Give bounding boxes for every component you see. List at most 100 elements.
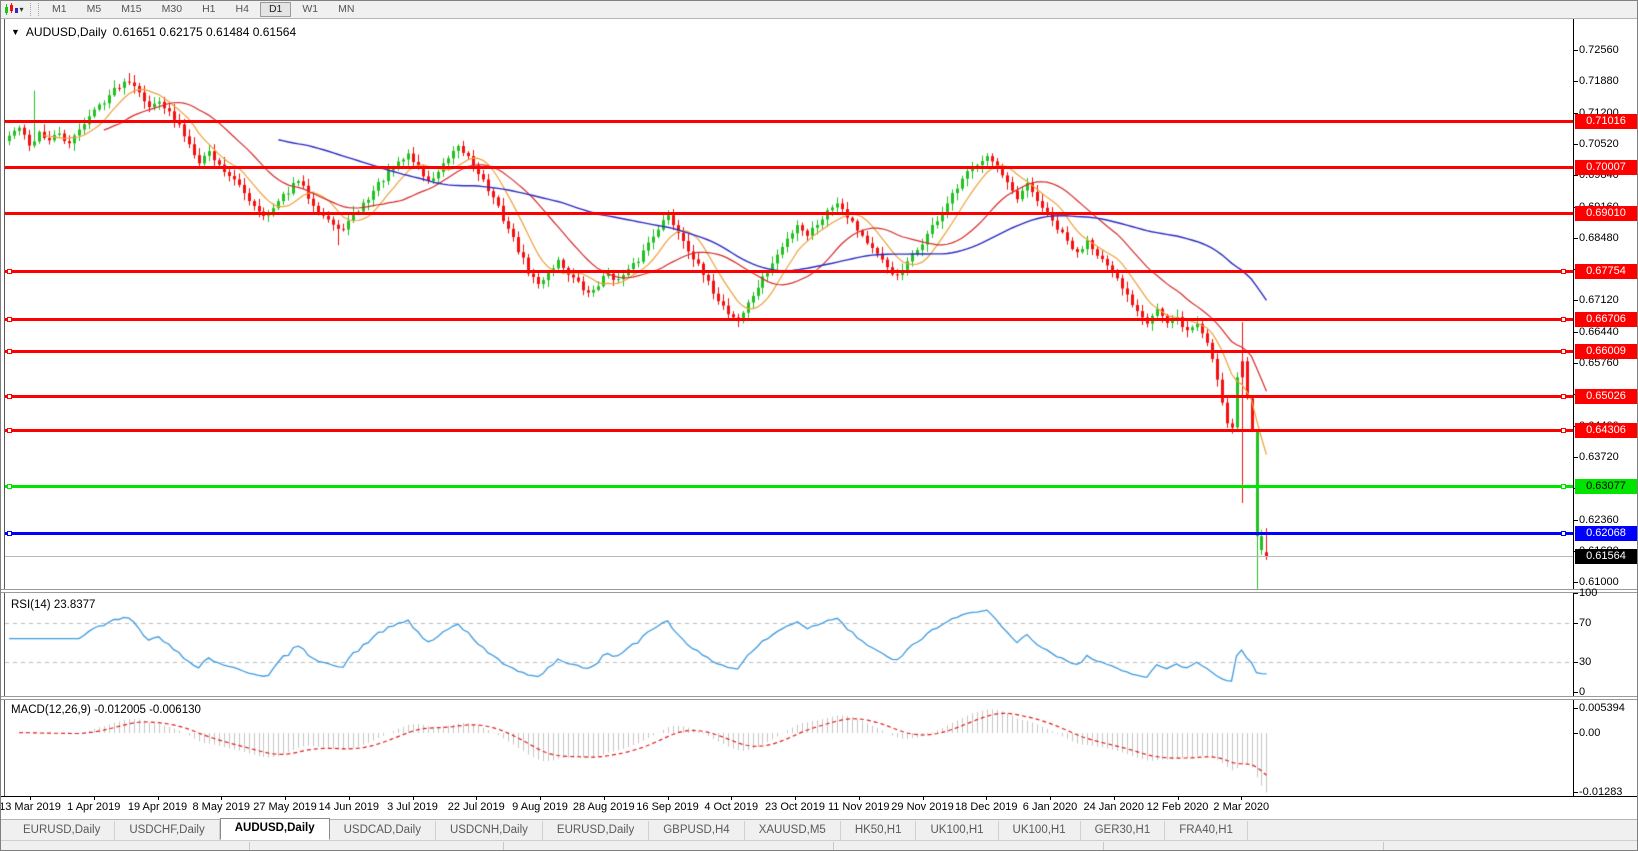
price-line-label[interactable]: 0.62068 — [1575, 526, 1637, 541]
date-label: 16 Sep 2019 — [636, 801, 698, 813]
macd-tick-label: -0.01283 — [1579, 786, 1622, 798]
line-handle-right[interactable] — [1561, 428, 1566, 433]
toolbar: ▾ M1M5M15M30H1H4D1W1MN — [1, 1, 1637, 19]
horizontal-line-0.69010[interactable] — [5, 212, 1573, 215]
date-tick-mark — [604, 796, 605, 800]
rsi-tick-label: 0 — [1579, 686, 1585, 698]
date-label: 9 Aug 2019 — [512, 801, 568, 813]
date-label: 6 Jan 2020 — [1023, 801, 1077, 813]
new-chart-icon[interactable]: ▾ — [1, 2, 27, 17]
price-axis-line — [1573, 19, 1574, 796]
pane-splitter-macd[interactable] — [1, 696, 1638, 700]
date-tick-mark — [1114, 796, 1115, 800]
price-line-label[interactable]: 0.67754 — [1575, 264, 1637, 279]
line-handle-left[interactable] — [7, 531, 12, 536]
chart-tab-usdcnh-daily[interactable]: USDCNH,Daily — [436, 821, 543, 840]
price-tick-mark — [1573, 520, 1578, 521]
time-axis-line — [1, 796, 1638, 797]
horizontal-line-0.64306[interactable] — [5, 429, 1573, 432]
line-handle-left[interactable] — [7, 428, 12, 433]
price-line-label[interactable]: 0.70007 — [1575, 160, 1637, 175]
timeframe-button-w1[interactable]: W1 — [293, 2, 327, 17]
chart-tab-uk100-h1[interactable]: UK100,H1 — [916, 821, 998, 840]
line-handle-right[interactable] — [1561, 484, 1566, 489]
chart-tab-gbpusd-h4[interactable]: GBPUSD,H4 — [649, 821, 744, 840]
date-tick-mark — [859, 796, 860, 800]
price-tick-mark — [1573, 300, 1578, 301]
current-price-line — [5, 556, 1573, 557]
price-line-label[interactable]: 0.64306 — [1575, 423, 1637, 438]
line-handle-left[interactable] — [7, 317, 12, 322]
date-label: 28 Aug 2019 — [573, 801, 635, 813]
date-label: 1 Apr 2019 — [67, 801, 120, 813]
price-line-label[interactable]: 0.66706 — [1575, 312, 1637, 327]
horizontal-line-0.67754[interactable] — [5, 270, 1573, 273]
horizontal-line-0.71016[interactable] — [5, 120, 1573, 123]
price-line-label[interactable]: 0.65026 — [1575, 389, 1637, 404]
date-tick-mark — [285, 796, 286, 800]
rsi-value: 23.8377 — [54, 599, 96, 611]
price-line-label[interactable]: 0.69010 — [1575, 206, 1637, 221]
line-handle-right[interactable] — [1561, 269, 1566, 274]
chart-tab-eurusd-daily[interactable]: EURUSD,Daily — [543, 821, 649, 840]
timeframe-button-mn[interactable]: MN — [329, 2, 363, 17]
chart-window: ▼ AUDUSD,Daily 0.61651 0.62175 0.61484 0… — [1, 19, 1638, 819]
date-tick-mark — [731, 796, 732, 800]
chart-tab-audusd-daily[interactable]: AUDUSD,Daily — [220, 818, 330, 840]
horizontal-line-0.62068[interactable] — [5, 532, 1573, 535]
price-line-label[interactable]: 0.63077 — [1575, 479, 1637, 494]
price-tick-mark — [1573, 582, 1578, 583]
date-label: 11 Nov 2019 — [828, 801, 890, 813]
line-handle-left[interactable] — [7, 349, 12, 354]
line-handle-right[interactable] — [1561, 394, 1566, 399]
line-handle-left[interactable] — [7, 484, 12, 489]
timeframe-button-m15[interactable]: M15 — [112, 2, 150, 17]
chart-tab-eurusd-daily[interactable]: EURUSD,Daily — [9, 821, 115, 840]
price-tick-mark — [1573, 238, 1578, 239]
pane-splitter-rsi[interactable] — [1, 589, 1638, 593]
toolbar-grip[interactable] — [30, 3, 39, 16]
timeframe-button-h4[interactable]: H4 — [227, 2, 258, 17]
chart-tab-ger30-h1[interactable]: GER30,H1 — [1081, 821, 1166, 840]
date-label: 24 Jan 2020 — [1083, 801, 1144, 813]
chart-tab-fra40-h1[interactable]: FRA40,H1 — [1165, 821, 1248, 840]
price-tick-label: 0.68480 — [1579, 232, 1619, 244]
line-handle-left[interactable] — [7, 269, 12, 274]
line-handle-right[interactable] — [1561, 531, 1566, 536]
date-label: 8 May 2019 — [193, 801, 250, 813]
collapse-arrow-icon[interactable]: ▼ — [11, 27, 20, 37]
current-price-label: 0.61564 — [1575, 549, 1637, 564]
horizontal-line-0.66009[interactable] — [5, 350, 1573, 353]
timeframe-button-h1[interactable]: H1 — [193, 2, 224, 17]
line-handle-right[interactable] — [1561, 349, 1566, 354]
chart-title: ▼ AUDUSD,Daily 0.61651 0.62175 0.61484 0… — [11, 25, 296, 39]
chart-tab-usdcad-daily[interactable]: USDCAD,Daily — [330, 821, 436, 840]
horizontal-line-0.70007[interactable] — [5, 166, 1573, 169]
timeframe-button-m1[interactable]: M1 — [43, 2, 76, 17]
ohlc-values: 0.61651 0.62175 0.61484 0.61564 — [113, 25, 297, 39]
date-label: 2 Mar 2020 — [1213, 801, 1269, 813]
rsi-label: RSI(14) 23.8377 — [11, 599, 95, 611]
dropdown-caret-icon[interactable]: ▾ — [19, 6, 23, 14]
horizontal-line-0.66706[interactable] — [5, 318, 1573, 321]
date-label: 19 Apr 2019 — [128, 801, 187, 813]
horizontal-line-0.65026[interactable] — [5, 395, 1573, 398]
timeframe-button-d1[interactable]: D1 — [260, 2, 291, 17]
chart-tab-uk100-h1[interactable]: UK100,H1 — [999, 821, 1081, 840]
timeframe-button-m30[interactable]: M30 — [153, 2, 191, 17]
price-chart-canvas[interactable] — [5, 19, 1573, 796]
chart-tab-usdchf-daily[interactable]: USDCHF,Daily — [115, 821, 219, 840]
mt4-window: ▾ M1M5M15M30H1H4D1W1MN ▼ AUDUSD,Daily 0.… — [0, 0, 1638, 851]
chart-tab-xauusd-m5[interactable]: XAUUSD,M5 — [745, 821, 841, 840]
line-handle-right[interactable] — [1561, 317, 1566, 322]
horizontal-line-0.63077[interactable] — [5, 485, 1573, 488]
chart-tab-hk50-h1[interactable]: HK50,H1 — [841, 821, 917, 840]
date-tick-mark — [476, 796, 477, 800]
symbol-period-label: AUDUSD,Daily — [26, 25, 107, 39]
price-line-label[interactable]: 0.71016 — [1575, 114, 1637, 129]
price-line-label[interactable]: 0.66009 — [1575, 344, 1637, 359]
line-handle-left[interactable] — [7, 394, 12, 399]
price-tick-mark — [1573, 332, 1578, 333]
price-tick-label: 0.72560 — [1579, 44, 1619, 56]
timeframe-button-m5[interactable]: M5 — [78, 2, 111, 17]
